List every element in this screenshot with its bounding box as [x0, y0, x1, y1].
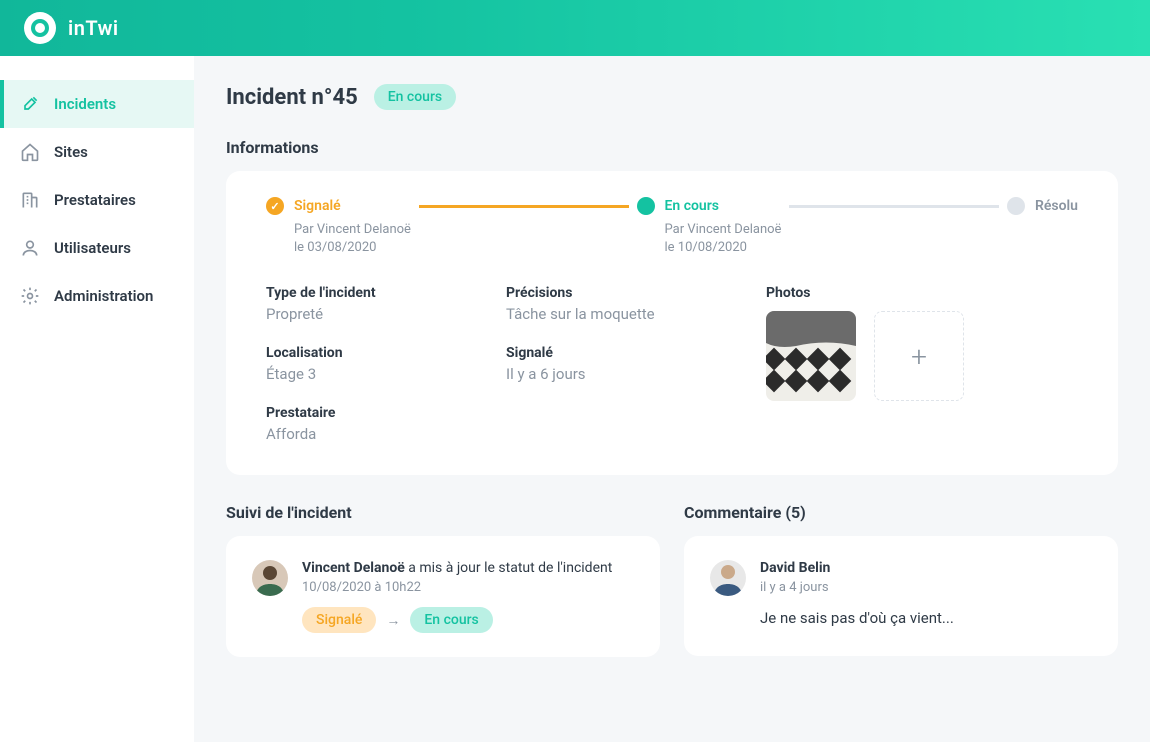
- avatar: [710, 560, 746, 596]
- feed-text: Vincent Delanoë a mis à jour le statut d…: [302, 560, 612, 576]
- comment-timestamp: il y a 4 jours: [760, 580, 954, 595]
- comment-text: Je ne sais pas d'où ça vient...: [760, 609, 954, 627]
- user-icon: [20, 238, 40, 258]
- sidebar: Incidents Sites Prestataires Utilisateur…: [0, 56, 194, 742]
- field-label: Type de l'incident: [266, 285, 466, 301]
- brand-logo[interactable]: inTwi: [24, 12, 119, 44]
- field-signale: Signalé Il y a 6 jours: [506, 345, 726, 383]
- progress-step-label: En cours: [665, 198, 719, 214]
- sidebar-item-label: Prestataires: [54, 191, 136, 209]
- progress-line: [419, 205, 629, 208]
- status-from-badge: Signalé: [302, 607, 376, 633]
- field-value: Tâche sur la moquette: [506, 305, 726, 323]
- field-value: Propreté: [266, 305, 466, 323]
- field-value: Il y a 6 jours: [506, 365, 726, 383]
- status-progress: Signalé Par Vincent Delanoë le 03/08/202…: [266, 197, 1078, 257]
- comments-card: David Belin il y a 4 jours Je ne sais pa…: [684, 536, 1118, 656]
- feed-author: Vincent Delanoë: [302, 560, 405, 576]
- sidebar-item-label: Administration: [54, 287, 153, 305]
- progress-step-resolu: Résolu: [1007, 197, 1078, 215]
- sidebar-item-prestataires[interactable]: Prestataires: [0, 176, 194, 224]
- brand-name: inTwi: [68, 16, 119, 40]
- field-precisions: Précisions Tâche sur la moquette: [506, 285, 726, 323]
- field-photos: Photos: [766, 285, 1078, 401]
- field-label: Photos: [766, 285, 1078, 301]
- progress-step-label: Signalé: [294, 198, 341, 214]
- field-prestataire: Prestataire Afforda: [266, 405, 466, 443]
- progress-step-author: Par Vincent Delanoë: [294, 221, 411, 239]
- field-label: Localisation: [266, 345, 466, 361]
- page-header: Incident n°45 En cours: [226, 84, 1118, 110]
- feed-timestamp: 10/08/2020 à 10h22: [302, 580, 612, 595]
- building-icon: [20, 190, 40, 210]
- progress-step-date: le 03/08/2020: [294, 239, 411, 257]
- sidebar-item-incidents[interactable]: Incidents: [0, 80, 194, 128]
- status-change: Signalé → En cours: [302, 607, 612, 633]
- feed-item: Vincent Delanoë a mis à jour le statut d…: [252, 560, 634, 633]
- topbar: inTwi: [0, 0, 1150, 56]
- comment-author: David Belin: [760, 560, 954, 576]
- section-heading-comments: Commentaire (5): [684, 503, 1118, 522]
- sidebar-item-sites[interactable]: Sites: [0, 128, 194, 176]
- gear-icon: [20, 286, 40, 306]
- avatar: [252, 560, 288, 596]
- feed-action: a mis à jour le statut de l'incident: [405, 560, 613, 576]
- progress-step-date: le 10/08/2020: [665, 239, 782, 257]
- plus-icon: +: [911, 340, 927, 373]
- progress-step-author: Par Vincent Delanoë: [665, 221, 782, 239]
- field-value: Étage 3: [266, 365, 466, 383]
- carpet-photo-icon: [766, 311, 856, 401]
- field-localisation: Localisation Étage 3: [266, 345, 466, 383]
- progress-step-encours: En cours Par Vincent Delanoë le 10/08/20…: [637, 197, 782, 257]
- info-card: Signalé Par Vincent Delanoë le 03/08/202…: [226, 171, 1118, 475]
- check-circle-icon: [266, 197, 284, 215]
- comment-item: David Belin il y a 4 jours Je ne sais pa…: [710, 560, 1092, 627]
- page-title: Incident n°45: [226, 85, 358, 110]
- wrench-icon: [20, 94, 40, 114]
- section-heading-feed: Suivi de l'incident: [226, 503, 660, 522]
- main-content: Incident n°45 En cours Informations Sign…: [194, 56, 1150, 742]
- add-photo-button[interactable]: +: [874, 311, 964, 401]
- progress-step-label: Résolu: [1035, 198, 1078, 214]
- feed-card: Vincent Delanoë a mis à jour le statut d…: [226, 536, 660, 657]
- dot-icon: [1007, 197, 1025, 215]
- field-label: Signalé: [506, 345, 726, 361]
- photo-thumbnail[interactable]: [766, 311, 856, 401]
- sidebar-item-utilisateurs[interactable]: Utilisateurs: [0, 224, 194, 272]
- sidebar-item-administration[interactable]: Administration: [0, 272, 194, 320]
- progress-line: [789, 205, 999, 208]
- field-label: Précisions: [506, 285, 726, 301]
- arrow-right-icon: →: [386, 612, 400, 629]
- status-to-badge: En cours: [410, 607, 492, 633]
- dot-icon: [637, 197, 655, 215]
- sidebar-item-label: Sites: [54, 143, 88, 161]
- info-body: Type de l'incident Propreté Localisation…: [266, 285, 1078, 443]
- logo-mark-icon: [24, 12, 56, 44]
- field-type: Type de l'incident Propreté: [266, 285, 466, 323]
- status-badge: En cours: [374, 84, 456, 110]
- progress-step-signale: Signalé Par Vincent Delanoë le 03/08/202…: [266, 197, 411, 257]
- home-icon: [20, 142, 40, 162]
- sidebar-item-label: Utilisateurs: [54, 239, 131, 257]
- field-label: Prestataire: [266, 405, 466, 421]
- sidebar-item-label: Incidents: [54, 95, 116, 113]
- field-value: Afforda: [266, 425, 466, 443]
- section-heading-informations: Informations: [226, 138, 1118, 157]
